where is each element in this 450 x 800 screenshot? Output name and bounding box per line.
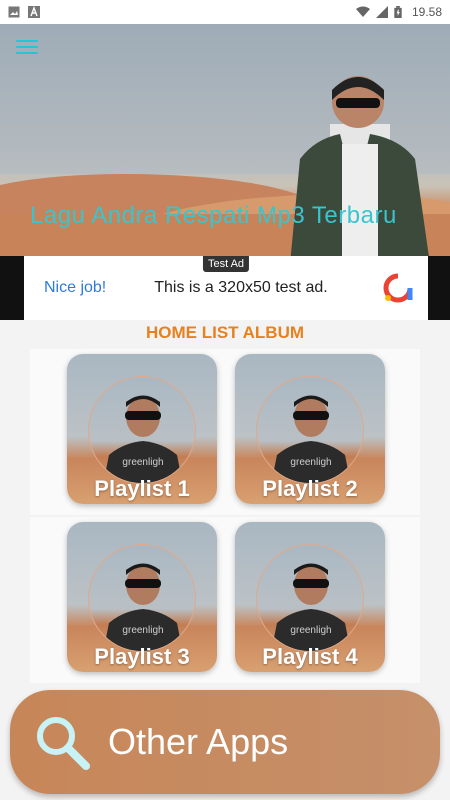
playlist-avatar: greenligh <box>256 544 364 652</box>
svg-text:greenligh: greenligh <box>122 625 163 636</box>
artist-thumbnail: greenligh <box>103 563 183 651</box>
playlist-card-4[interactable]: greenligh Playlist 4 <box>235 522 385 672</box>
search-icon <box>37 717 90 770</box>
ad-content[interactable]: Test Ad Nice job! This is a 320x50 test … <box>24 256 428 320</box>
playlist-avatar: greenligh <box>256 376 364 484</box>
playlist-card-3[interactable]: greenligh Playlist 3 <box>67 522 217 672</box>
image-icon <box>8 6 20 18</box>
svg-text:greenligh: greenligh <box>290 625 331 636</box>
other-apps-button[interactable]: Other Apps <box>10 690 440 794</box>
status-time: 19.58 <box>411 5 442 19</box>
playlist-label: Playlist 1 <box>94 476 190 501</box>
ad-description: This is a 320x50 test ad. <box>154 279 328 296</box>
album-row: greenligh Playlist 1 greenligh Playlist … <box>30 349 420 515</box>
status-bar: 19.58 <box>0 0 450 24</box>
svg-text:greenligh: greenligh <box>290 457 331 468</box>
artist-thumbnail: greenligh <box>271 395 351 483</box>
svg-text:greenligh: greenligh <box>122 457 163 468</box>
artist-thumbnail: greenligh <box>103 395 183 483</box>
playlist-card-1[interactable]: greenligh Playlist 1 <box>67 354 217 504</box>
playlist-label: Playlist 2 <box>262 476 358 501</box>
wifi-icon <box>355 6 370 17</box>
menu-icon[interactable] <box>16 40 38 56</box>
ad-nice-text: Nice job! <box>44 279 107 296</box>
ad-banner[interactable]: Test Ad Nice job! This is a 320x50 test … <box>0 256 450 320</box>
ad-badge: Test Ad <box>202 256 250 272</box>
artist-thumbnail: greenligh <box>271 563 351 651</box>
section-title: HOME LIST ALBUM <box>145 323 305 342</box>
playlist-label: Playlist 3 <box>94 644 190 669</box>
playlist-avatar: greenligh <box>88 544 196 652</box>
hero-banner: Lagu Andra Respati Mp3 Terbaru <box>0 24 450 256</box>
hero-title: Lagu Andra Respati Mp3 Terbaru <box>30 202 397 229</box>
a-icon <box>28 6 40 18</box>
signal-icon <box>375 6 388 18</box>
playlist-avatar: greenligh <box>88 376 196 484</box>
battery-icon <box>394 6 402 18</box>
playlist-label: Playlist 4 <box>262 644 358 669</box>
other-apps-label: Other Apps <box>108 721 289 762</box>
admob-logo-icon <box>383 273 413 303</box>
playlist-card-2[interactable]: greenligh Playlist 2 <box>235 354 385 504</box>
album-row: greenligh Playlist 3 greenligh Playlist … <box>30 517 420 683</box>
